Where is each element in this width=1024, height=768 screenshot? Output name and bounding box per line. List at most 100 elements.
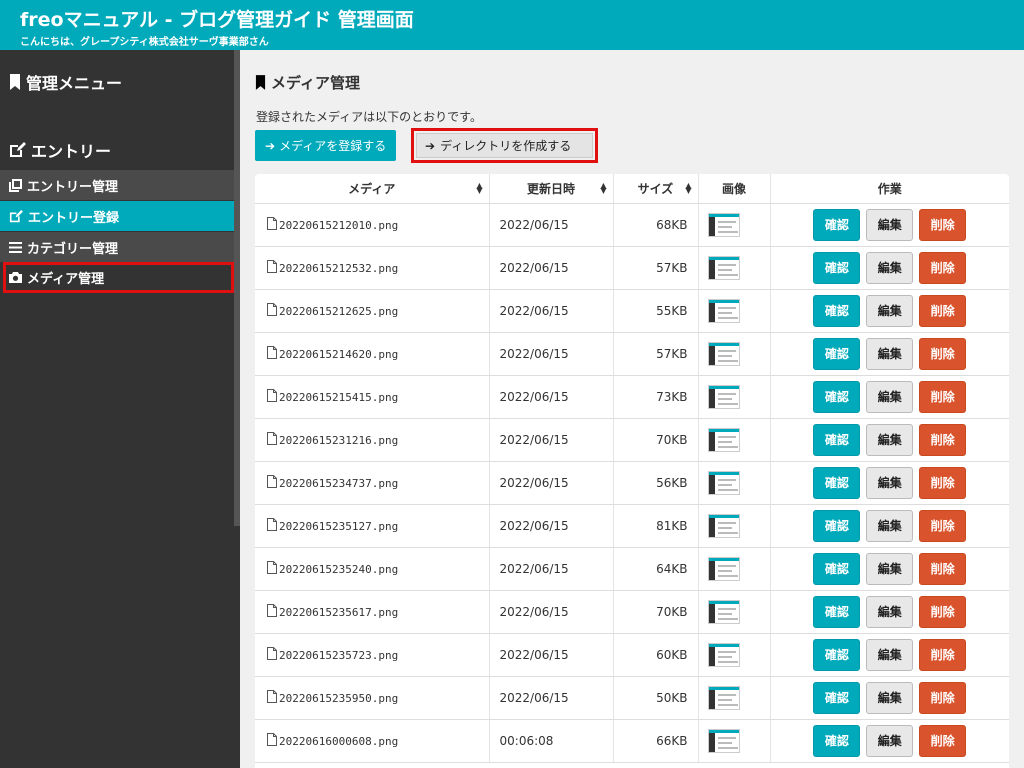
media-thumbnail[interactable] xyxy=(707,255,740,280)
delete-button[interactable]: 削除 xyxy=(919,251,967,284)
media-thumbnail[interactable] xyxy=(707,685,740,710)
delete-button[interactable]: 削除 xyxy=(919,595,967,628)
delete-button[interactable]: 削除 xyxy=(919,337,967,370)
edit-button[interactable]: 編集 xyxy=(866,724,914,757)
confirm-button[interactable]: 確認 xyxy=(813,294,861,327)
media-file-name[interactable]: 20220615212532.png xyxy=(279,262,398,275)
edit-button[interactable]: 編集 xyxy=(866,509,914,542)
delete-button[interactable]: 削除 xyxy=(919,724,967,757)
delete-button[interactable]: 削除 xyxy=(919,380,967,413)
camera-icon xyxy=(9,272,22,283)
media-file-cell[interactable]: 20220615231216.png xyxy=(255,418,490,462)
media-date: 2022/06/15 xyxy=(489,461,614,505)
media-file-name[interactable]: 20220615214620.png xyxy=(279,348,398,361)
app-title[interactable]: freoマニュアル - ブログ管理ガイド 管理画面 xyxy=(20,5,414,32)
col-header-label: 更新日時 xyxy=(526,181,575,196)
sidebar-item-entry-register[interactable]: エントリー登録 xyxy=(0,201,234,231)
confirm-button[interactable]: 確認 xyxy=(813,595,861,628)
page-title-label: メディア管理 xyxy=(271,74,360,92)
media-file-cell[interactable]: 20220615212532.png xyxy=(255,246,490,290)
confirm-button[interactable]: 確認 xyxy=(813,337,861,370)
register-media-button[interactable]: ➔ メディアを登録する xyxy=(255,130,397,161)
media-actions: 確認 編集 削除 xyxy=(770,246,1009,290)
media-file-name[interactable]: 20220615235950.png xyxy=(279,692,398,705)
edit-button[interactable]: 編集 xyxy=(866,423,914,456)
media-file-cell[interactable]: 20220615212010.png xyxy=(255,203,490,247)
media-date: 2022/06/15 xyxy=(489,633,614,677)
edit-button[interactable]: 編集 xyxy=(866,681,914,714)
media-file-cell[interactable]: 20220615215415.png xyxy=(255,375,490,419)
media-file-cell[interactable]: 20220615234737.png xyxy=(255,461,490,505)
media-file-name[interactable]: 20220615235240.png xyxy=(279,563,398,576)
confirm-button[interactable]: 確認 xyxy=(813,208,861,241)
media-thumbnail[interactable] xyxy=(707,728,740,753)
media-actions: 確認 編集 削除 xyxy=(770,590,1009,634)
edit-button[interactable]: 編集 xyxy=(866,552,914,585)
media-thumbnail[interactable] xyxy=(707,599,740,624)
edit-button[interactable]: 編集 xyxy=(866,466,914,499)
sidebar-item-media-manage[interactable]: メディア管理 xyxy=(3,262,234,293)
edit-button[interactable]: 編集 xyxy=(866,337,914,370)
media-date: 2022/06/15 xyxy=(489,246,614,290)
media-actions: 確認 編集 削除 xyxy=(770,203,1009,247)
col-header-size[interactable]: サイズ ▲ ▼ xyxy=(613,174,699,204)
media-file-name[interactable]: 20220615235723.png xyxy=(279,649,398,662)
delete-button[interactable]: 削除 xyxy=(919,208,967,241)
media-thumbnail[interactable] xyxy=(707,642,740,667)
media-file-cell[interactable]: 20220615235950.png xyxy=(255,676,490,720)
col-header-updated[interactable]: 更新日時 ▲ ▼ xyxy=(489,174,614,204)
create-directory-button[interactable]: ➔ ディレクトリを作成する xyxy=(411,128,598,163)
media-file-name[interactable]: 20220615212625.png xyxy=(279,305,398,318)
file-icon xyxy=(267,733,277,746)
sidebar-item-category-manage[interactable]: カテゴリー管理 xyxy=(0,232,234,262)
media-file-name[interactable]: 20220615235127.png xyxy=(279,520,398,533)
media-file-cell[interactable]: 20220615235617.png xyxy=(255,590,490,634)
confirm-button[interactable]: 確認 xyxy=(813,423,861,456)
confirm-button[interactable]: 確認 xyxy=(813,724,861,757)
menu-heading-label: 管理メニュー xyxy=(26,74,123,93)
delete-button[interactable]: 削除 xyxy=(919,638,967,671)
media-thumbnail[interactable] xyxy=(707,298,740,323)
media-thumbnail[interactable] xyxy=(707,212,740,237)
edit-button[interactable]: 編集 xyxy=(866,380,914,413)
edit-button[interactable]: 編集 xyxy=(866,294,914,327)
delete-button[interactable]: 削除 xyxy=(919,681,967,714)
media-thumbnail[interactable] xyxy=(707,556,740,581)
media-thumbnail[interactable] xyxy=(707,427,740,452)
col-header-media[interactable]: メディア ▲ ▼ xyxy=(255,174,490,204)
delete-button[interactable]: 削除 xyxy=(919,423,967,456)
confirm-button[interactable]: 確認 xyxy=(813,552,861,585)
edit-button[interactable]: 編集 xyxy=(866,208,914,241)
media-file-name[interactable]: 20220615235617.png xyxy=(279,606,398,619)
delete-button[interactable]: 削除 xyxy=(919,294,967,327)
copy-icon xyxy=(9,178,22,192)
media-file-name[interactable]: 20220615234737.png xyxy=(279,477,398,490)
edit-button[interactable]: 編集 xyxy=(866,595,914,628)
media-thumbnail[interactable] xyxy=(707,513,740,538)
media-file-cell[interactable]: 20220615214620.png xyxy=(255,332,490,376)
delete-button[interactable]: 削除 xyxy=(919,509,967,542)
confirm-button[interactable]: 確認 xyxy=(813,638,861,671)
confirm-button[interactable]: 確認 xyxy=(813,681,861,714)
confirm-button[interactable]: 確認 xyxy=(813,251,861,284)
media-file-cell[interactable]: 20220615212625.png xyxy=(255,289,490,333)
media-file-name[interactable]: 20220616000608.png xyxy=(279,735,398,748)
media-thumbnail[interactable] xyxy=(707,384,740,409)
sidebar-item-entry-manage[interactable]: エントリー管理 xyxy=(0,170,234,200)
media-thumbnail[interactable] xyxy=(707,341,740,366)
confirm-button[interactable]: 確認 xyxy=(813,509,861,542)
confirm-button[interactable]: 確認 xyxy=(813,466,861,499)
delete-button[interactable]: 削除 xyxy=(919,552,967,585)
media-file-cell[interactable]: 20220615235127.png xyxy=(255,504,490,548)
media-file-cell[interactable]: 20220615235723.png xyxy=(255,633,490,677)
edit-button[interactable]: 編集 xyxy=(866,638,914,671)
media-thumbnail[interactable] xyxy=(707,470,740,495)
media-file-name[interactable]: 20220615231216.png xyxy=(279,434,398,447)
media-file-name[interactable]: 20220615212010.png xyxy=(279,219,398,232)
delete-button[interactable]: 削除 xyxy=(919,466,967,499)
media-file-cell[interactable]: 20220616000608.png xyxy=(255,719,490,763)
edit-button[interactable]: 編集 xyxy=(866,251,914,284)
confirm-button[interactable]: 確認 xyxy=(813,380,861,413)
media-file-cell[interactable]: 20220615235240.png xyxy=(255,547,490,591)
media-file-name[interactable]: 20220615215415.png xyxy=(279,391,398,404)
